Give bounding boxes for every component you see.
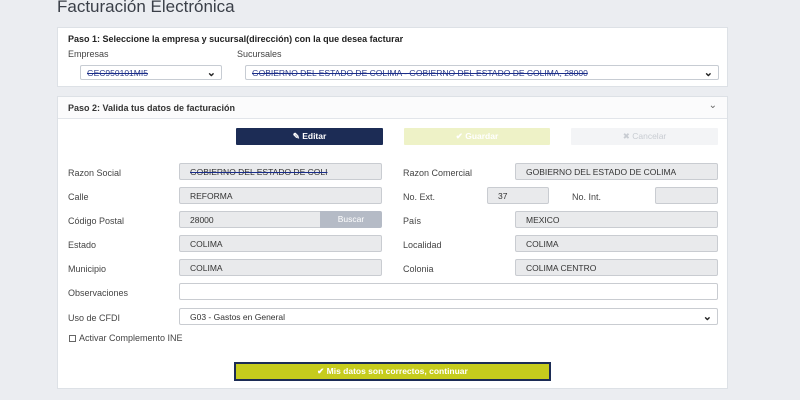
buscar-button[interactable]: Buscar — [320, 211, 382, 228]
save-button[interactable]: ✔ Guardar — [404, 128, 550, 145]
codigo-postal-label: Código Postal — [68, 216, 125, 226]
step1-title: Paso 1: Seleccione la empresa y sucursal… — [68, 34, 404, 44]
page-title: Facturación Electrónica — [57, 0, 235, 16]
razon-comercial-input[interactable]: GOBIERNO DEL ESTADO DE COLIMA — [515, 163, 718, 180]
cancel-button[interactable]: ✖ Cancelar — [571, 128, 718, 145]
chevron-down-icon[interactable]: ⌄ — [709, 100, 717, 111]
observaciones-input[interactable] — [179, 283, 718, 300]
continue-label: Mis datos son correctos, continuar — [326, 366, 468, 376]
calle-label: Calle — [68, 192, 89, 202]
step2-title: Paso 2: Valida tus datos de facturación — [68, 103, 236, 113]
cross-icon: ✖ — [622, 131, 630, 141]
estado-input[interactable]: COLIMA — [179, 235, 382, 252]
colonia-label: Colonia — [403, 264, 434, 274]
check-icon: ✔ — [455, 131, 463, 141]
uso-cfdi-select[interactable]: G03 - Gastos en General ⌄ — [179, 308, 718, 325]
no-ext-label: No. Ext. — [403, 192, 436, 202]
no-int-label: No. Int. — [572, 192, 602, 202]
edit-label: Editar — [302, 131, 327, 141]
check-icon: ✔ — [317, 366, 325, 376]
localidad-input[interactable]: COLIMA — [515, 235, 718, 252]
ine-label: Activar Complemento INE — [79, 333, 183, 343]
estado-label: Estado — [68, 240, 97, 250]
step2-panel: Paso 2: Valida tus datos de facturación … — [57, 96, 728, 389]
cancel-label: Cancelar — [632, 131, 667, 141]
ine-checkbox[interactable] — [69, 335, 76, 342]
pencil-icon: ✎ — [292, 131, 300, 141]
edit-button[interactable]: ✎ Editar — [236, 128, 383, 145]
pais-input[interactable]: MEXICO — [515, 211, 718, 228]
step2-header[interactable]: Paso 2: Valida tus datos de facturación … — [58, 97, 727, 119]
continue-button[interactable]: ✔ Mis datos son correctos, continuar — [234, 362, 551, 381]
razon-comercial-label: Razon Comercial — [403, 168, 473, 178]
sucursales-label: Sucursales — [237, 49, 282, 59]
empresas-select[interactable]: GEC950101MI5 ⌄ — [80, 65, 222, 80]
sucursales-value: GOBIERNO DEL ESTADO DE COLIMA - GOBIERNO… — [252, 68, 588, 78]
chevron-down-icon: ⌄ — [702, 311, 712, 323]
localidad-label: Localidad — [403, 240, 442, 250]
empresas-label: Empresas — [68, 49, 109, 59]
empresas-value: GEC950101MI5 — [87, 68, 148, 78]
razon-social-label: Razon Social — [68, 168, 122, 178]
pais-label: País — [403, 216, 422, 226]
save-label: Guardar — [465, 131, 499, 141]
colonia-input[interactable]: COLIMA CENTRO — [515, 259, 718, 276]
no-ext-input[interactable]: 37 — [487, 187, 549, 204]
sucursales-select[interactable]: GOBIERNO DEL ESTADO DE COLIMA - GOBIERNO… — [245, 65, 719, 80]
municipio-input[interactable]: COLIMA — [179, 259, 382, 276]
chevron-down-icon: ⌄ — [206, 67, 216, 79]
chevron-down-icon: ⌄ — [703, 67, 713, 79]
step1-panel: Paso 1: Seleccione la empresa y sucursal… — [57, 27, 728, 87]
municipio-label: Municipio — [68, 264, 107, 274]
uso-cfdi-label: Uso de CFDI — [68, 313, 121, 323]
uso-cfdi-value: G03 - Gastos en General — [190, 312, 285, 322]
razon-social-input[interactable]: GOBIERNO DEL ESTADO DE COLI — [179, 163, 382, 180]
calle-input[interactable]: REFORMA — [179, 187, 382, 204]
observaciones-label: Observaciones — [68, 288, 129, 298]
codigo-postal-input[interactable]: 28000 — [179, 211, 321, 228]
no-int-input[interactable] — [655, 187, 718, 204]
